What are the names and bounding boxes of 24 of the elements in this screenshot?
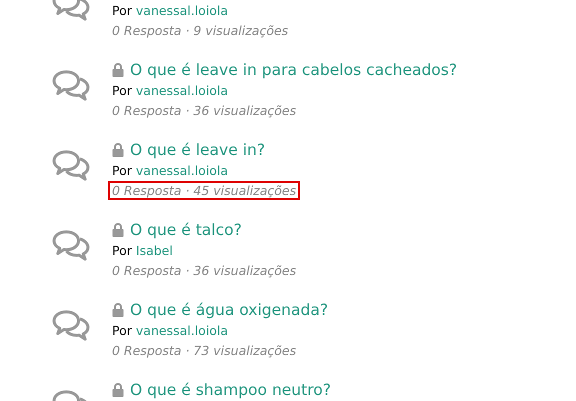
topic-stats: 0 Resposta · 36 visualizações xyxy=(111,262,298,280)
author-link[interactable]: vanessal.loiola xyxy=(136,2,228,18)
author-link[interactable]: vanessal.loiola xyxy=(136,162,228,178)
topic-stats: 0 Resposta · 36 visualizações xyxy=(111,102,298,120)
topic-stats: 0 Resposta · 73 visualizações xyxy=(111,342,298,360)
topic-title-link[interactable]: O que é leave in? xyxy=(130,141,266,159)
topic-title-link[interactable]: O que é água oxigenada? xyxy=(130,301,328,319)
speech-bubbles-icon xyxy=(52,149,90,181)
topic-title-link[interactable]: O que é talco? xyxy=(130,221,242,239)
author-prefix: Por xyxy=(112,82,132,98)
author-prefix: Por xyxy=(112,162,132,178)
author-prefix: Por xyxy=(112,322,132,338)
topic-title-link[interactable]: O que é leave in para cabelos cacheados? xyxy=(130,61,458,79)
author-link[interactable]: vanessal.loiola xyxy=(136,322,228,338)
author-link[interactable]: vanessal.loiola xyxy=(136,82,228,98)
author-prefix: Por xyxy=(112,2,132,18)
topic-stats: 0 Resposta · 9 visualizações xyxy=(111,22,290,40)
speech-bubbles-icon xyxy=(52,69,90,101)
topic-title-link[interactable]: O que é shampoo neutro? xyxy=(130,381,331,399)
speech-bubbles-icon xyxy=(52,309,90,341)
author-link[interactable]: Isabel xyxy=(136,242,173,258)
topic-stats: 0 Resposta · 45 visualizações xyxy=(108,180,300,200)
speech-bubbles-icon xyxy=(52,229,90,261)
author-prefix: Por xyxy=(112,242,132,258)
